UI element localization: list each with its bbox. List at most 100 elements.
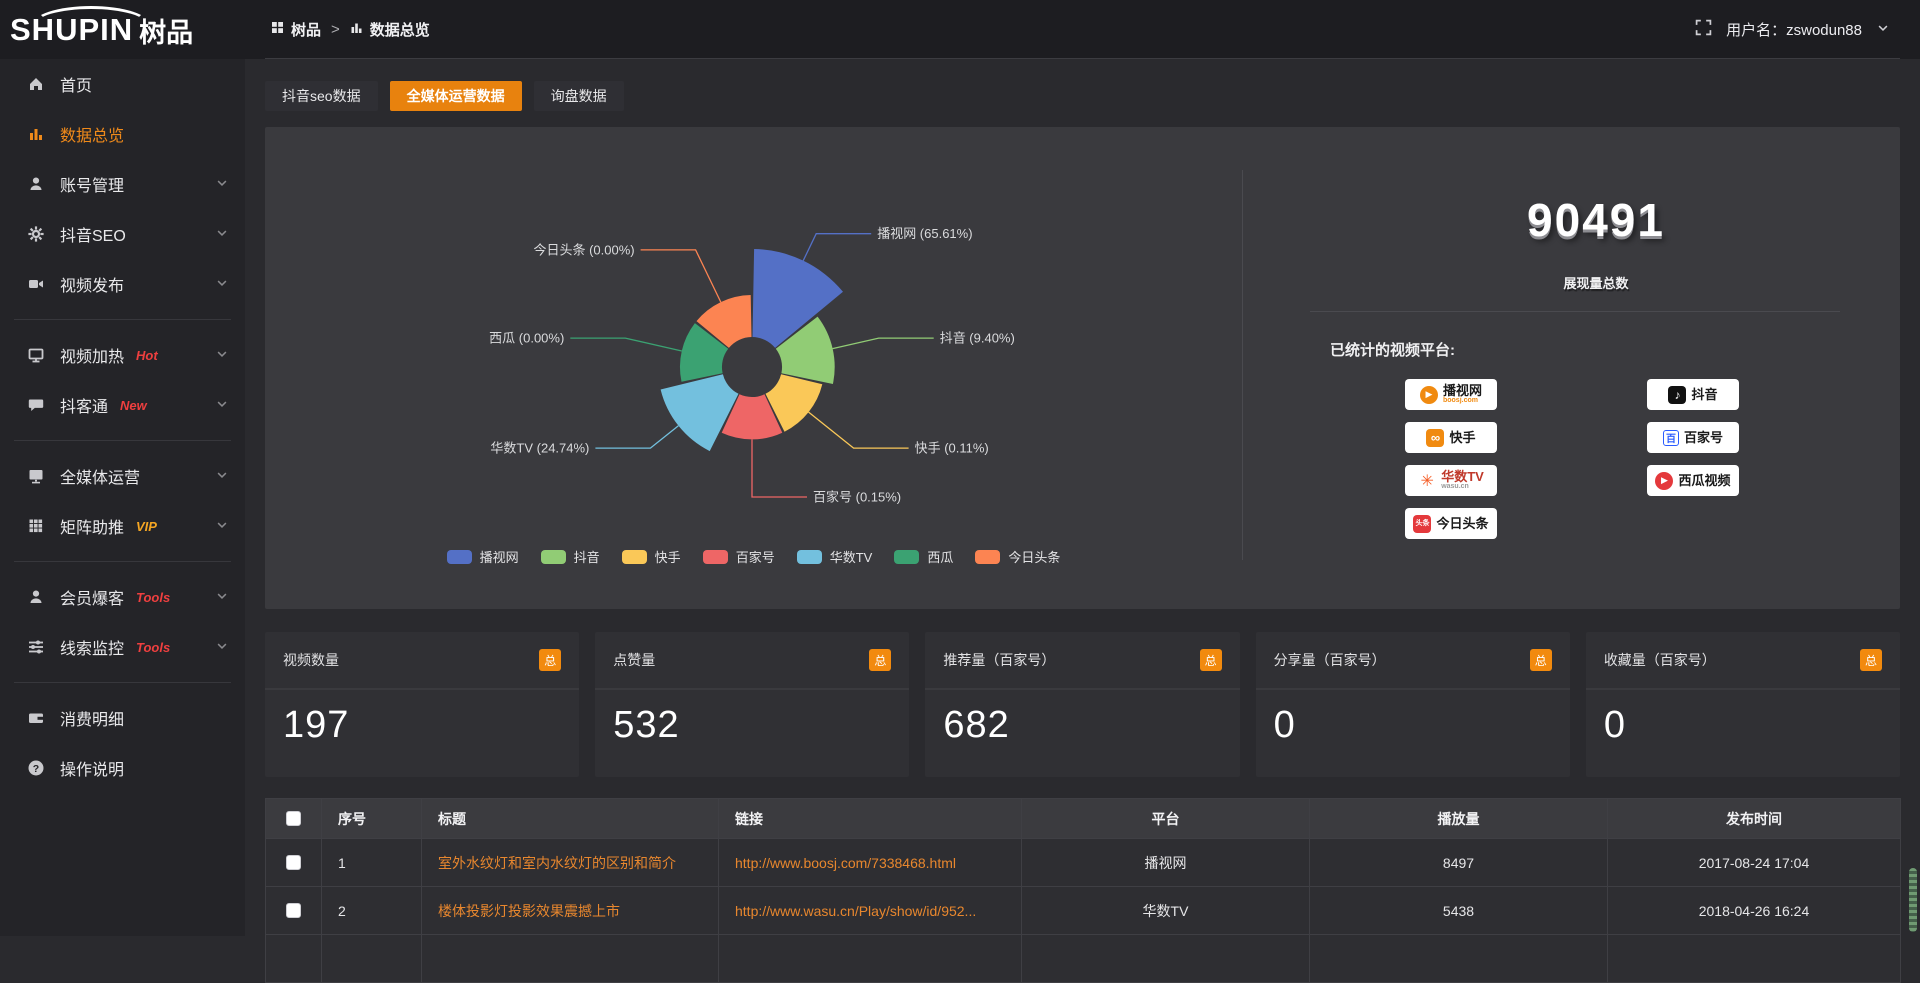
select-all-checkbox[interactable]	[286, 811, 301, 826]
platform-badge-name: 百家号	[1684, 431, 1723, 444]
sidebar-item-12[interactable]: 会员爆客Tools	[0, 572, 245, 622]
sidebar-item-badge: New	[120, 398, 147, 413]
legend-item-5[interactable]: 西瓜	[894, 547, 953, 566]
chat-icon	[27, 396, 45, 414]
cell-platform: 华数TV	[1022, 887, 1310, 935]
grid-icon	[27, 517, 45, 535]
xigua-icon: ▶	[1655, 472, 1673, 490]
row-checkbox[interactable]	[286, 855, 301, 870]
breadcrumb-current[interactable]: 数据总览	[370, 19, 430, 40]
legend-swatch	[622, 550, 647, 564]
stat-card-value: 682	[925, 690, 1239, 747]
total-badge: 总	[1530, 649, 1552, 671]
cell-title-link[interactable]: 室外水纹灯和室内水纹灯的区别和简介	[422, 839, 719, 887]
cell-platform: 播视网	[1022, 839, 1310, 887]
sidebar-item-9[interactable]: 全媒体运营	[0, 451, 245, 501]
header-divider	[265, 58, 1900, 59]
sidebar-item-6[interactable]: 视频加热Hot	[0, 330, 245, 380]
sidebar-item-16[interactable]: ?操作说明	[0, 743, 245, 793]
legend-label: 播视网	[480, 547, 519, 566]
sidebar-item-4[interactable]: 视频发布	[0, 259, 245, 309]
sidebar-item-label: 线索监控	[60, 635, 124, 659]
legend-item-6[interactable]: 今日头条	[975, 547, 1060, 566]
cell-plays: 5438	[1310, 887, 1608, 935]
sidebar-item-badge: Tools	[136, 640, 170, 655]
platform-badge-name: 播视网	[1443, 384, 1482, 397]
sidebar-item-label: 首页	[60, 72, 92, 96]
stat-card-header: 点赞量总	[595, 632, 909, 690]
chevron-down-icon	[215, 397, 229, 416]
stat-card-title: 点赞量	[613, 650, 655, 670]
app-logo[interactable]: SHUPIN 树品	[10, 6, 240, 54]
pie-label-line	[833, 338, 934, 349]
chevron-down-icon	[215, 589, 229, 608]
pie-slice-4[interactable]	[661, 374, 739, 451]
pie-label: 华数TV (24.74%)	[490, 441, 589, 456]
cell-url-link[interactable]: http://www.wasu.cn/Play/show/id/952...	[719, 887, 1022, 935]
legend-item-3[interactable]: 百家号	[703, 547, 775, 566]
platform-badge-2: ✳华数TVwasu.cn	[1405, 465, 1497, 496]
legend-item-2[interactable]: 快手	[622, 547, 681, 566]
sidebar-item-0[interactable]: 首页	[0, 59, 245, 109]
platforms-label: 已统计的视频平台:	[1330, 339, 1455, 360]
tab-1[interactable]: 全媒体运营数据	[390, 81, 522, 111]
screen-icon	[27, 467, 45, 485]
grid-icon	[271, 21, 284, 38]
fullscreen-icon[interactable]	[1695, 19, 1712, 40]
legend-item-1[interactable]: 抖音	[541, 547, 600, 566]
boosj-icon: ▶	[1420, 386, 1438, 404]
stat-cards-row: 视频数量总197点赞量总532推荐量（百家号）总682分享量（百家号）总0收藏量…	[265, 632, 1900, 777]
total-impressions-value: 90491	[1292, 193, 1900, 247]
legend-label: 华数TV	[830, 547, 873, 566]
sidebar-item-15[interactable]: 消费明细	[0, 693, 245, 743]
tab-0[interactable]: 抖音seo数据	[265, 81, 378, 111]
stat-card-value: 532	[595, 690, 909, 747]
sidebar-item-10[interactable]: 矩阵助推VIP	[0, 501, 245, 551]
sidebar-item-2[interactable]: 账号管理	[0, 159, 245, 209]
sidebar-divider	[14, 561, 231, 562]
sidebar-item-7[interactable]: 抖客通New	[0, 380, 245, 430]
table-header-row: 序号标题链接平台播放量发布时间	[266, 799, 1901, 839]
rose-pie-chart[interactable]: 播视网 (65.61%)抖音 (9.40%)快手 (0.11%)百家号 (0.1…	[265, 127, 1242, 542]
stat-card-header: 分享量（百家号）总	[1256, 632, 1570, 690]
platform-badge-name: 快手	[1449, 431, 1475, 444]
breadcrumb-root[interactable]: 树品	[291, 19, 321, 40]
chevron-down-icon[interactable]	[1876, 21, 1890, 39]
legend-swatch	[541, 550, 566, 564]
pie-label-line	[752, 440, 807, 498]
column-header-1: 标题	[422, 799, 719, 839]
chevron-down-icon	[215, 347, 229, 366]
stat-card-3: 分享量（百家号）总0	[1256, 632, 1570, 777]
sidebar-item-badge: Tools	[136, 590, 170, 605]
cell-url-link[interactable]: http://www.boosj.com/7338468.html	[719, 839, 1022, 887]
kuaishou-icon: ∞	[1426, 429, 1444, 447]
breadcrumb-separator: >	[331, 21, 340, 38]
pie-label-line	[641, 250, 721, 302]
tab-2[interactable]: 询盘数据	[534, 81, 624, 111]
username-label[interactable]: 用户名：zswodun88	[1726, 19, 1862, 40]
summary-divider	[1310, 311, 1840, 312]
row-checkbox-cell	[266, 839, 322, 887]
sidebar-divider	[14, 682, 231, 683]
sidebar-item-13[interactable]: 线索监控 Tools	[0, 622, 245, 672]
legend-item-4[interactable]: 华数TV	[797, 547, 873, 566]
row-checkbox[interactable]	[286, 903, 301, 918]
sidebar-item-3[interactable]: 抖音SEO	[0, 209, 245, 259]
table-row-1: 2楼体投影灯投影效果震撼上市http://www.wasu.cn/Play/sh…	[266, 887, 1901, 935]
sidebar-item-1[interactable]: 数据总览	[0, 109, 245, 159]
douyin-icon: ♪	[1668, 386, 1686, 404]
legend-swatch	[703, 550, 728, 564]
wasu-icon: ✳	[1418, 472, 1436, 490]
sidebar-divider	[14, 319, 231, 320]
legend-item-0[interactable]: 播视网	[447, 547, 519, 566]
sidebar: 首页数据总览账号管理抖音SEO视频发布视频加热Hot抖客通New 全媒体运营矩阵助…	[0, 59, 245, 936]
breadcrumb: 树品 > 数据总览	[271, 0, 430, 59]
cell-title-link[interactable]: 楼体投影灯投影效果震撼上市	[422, 887, 719, 935]
bar-chart-icon	[350, 21, 363, 38]
scrollbar-thumb[interactable]	[1909, 868, 1917, 932]
overview-panel: 播视网 (65.61%)抖音 (9.40%)快手 (0.11%)百家号 (0.1…	[265, 127, 1900, 609]
column-header-0: 序号	[322, 799, 422, 839]
chevron-down-icon	[215, 176, 229, 195]
cell-published: 2018-04-26 16:24	[1608, 887, 1901, 935]
stat-card-title: 视频数量	[283, 650, 339, 670]
